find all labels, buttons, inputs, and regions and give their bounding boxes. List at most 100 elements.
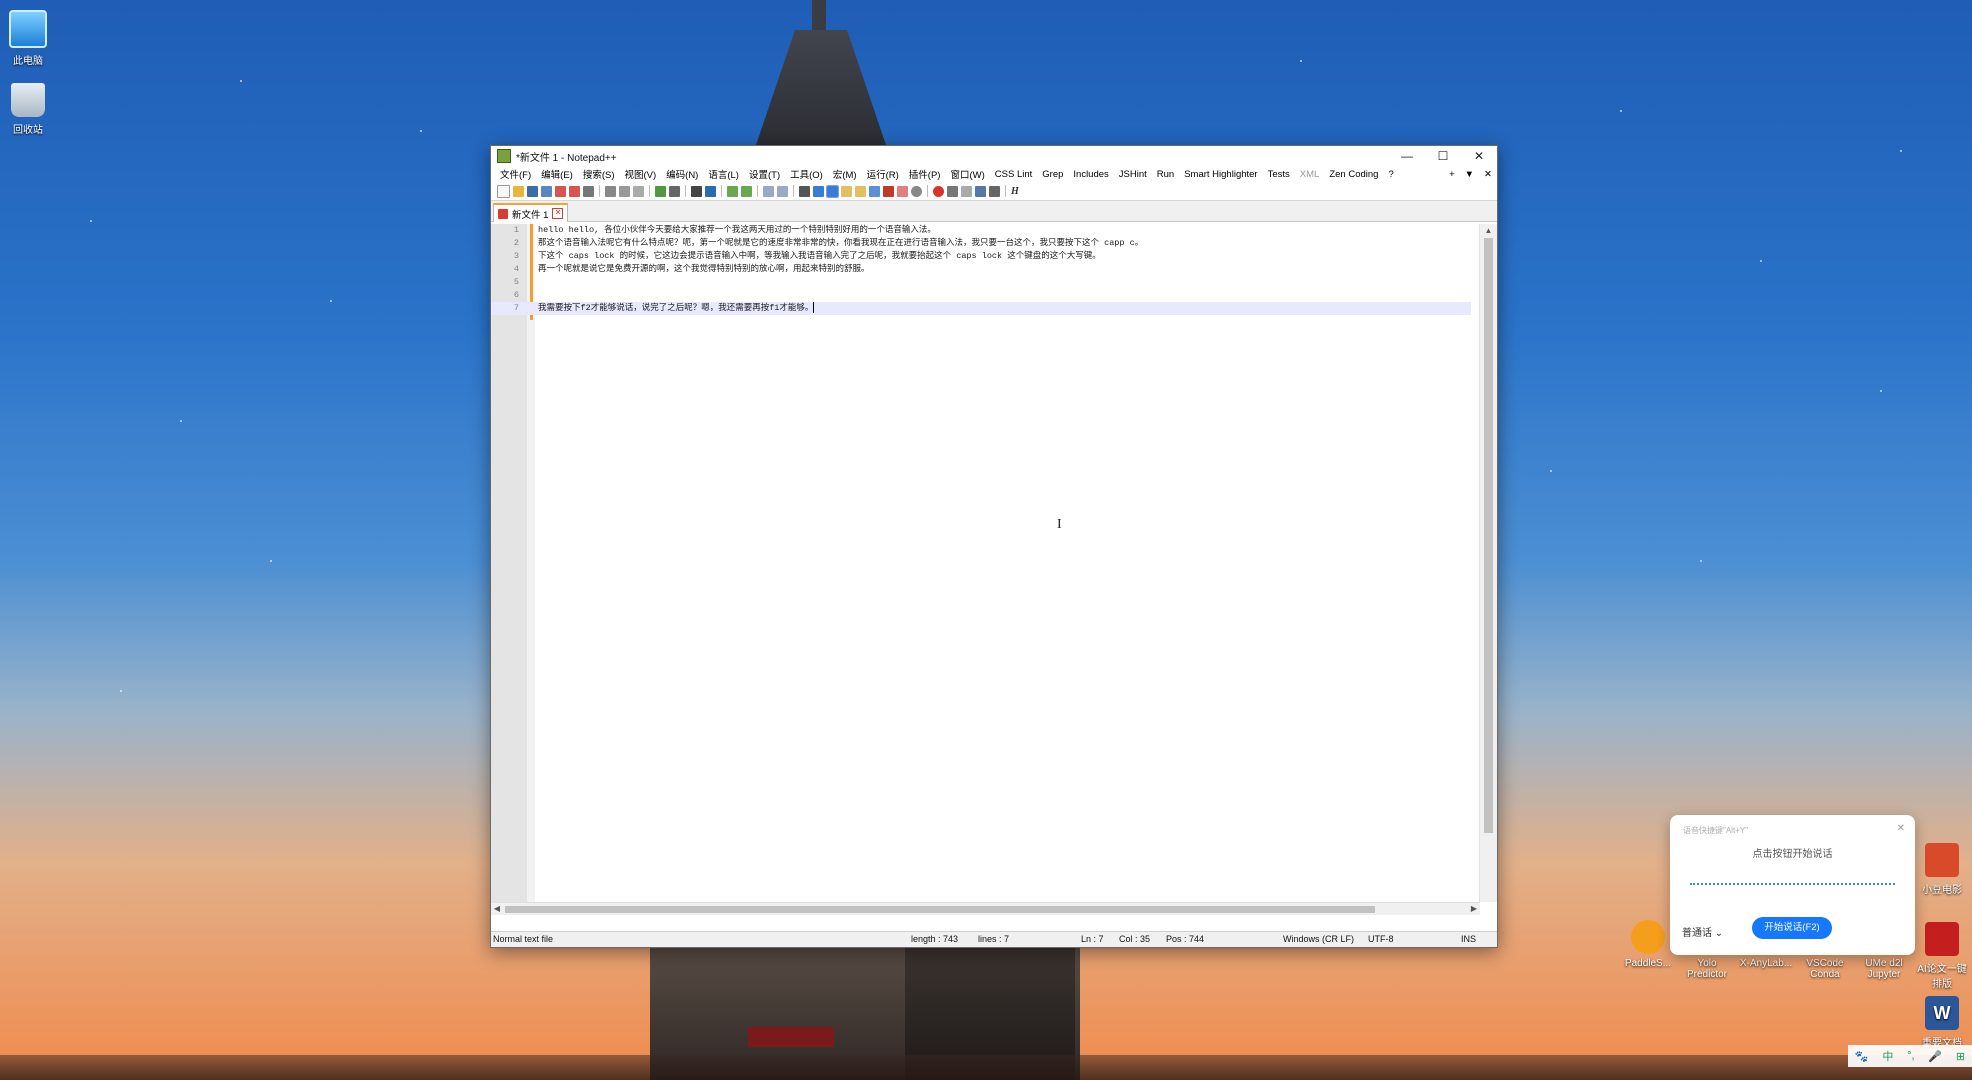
- stop-macro-icon[interactable]: [947, 185, 958, 197]
- popup-close-icon[interactable]: ✕: [1897, 823, 1905, 834]
- function-list-icon[interactable]: [869, 185, 880, 197]
- menu-search[interactable]: 搜索(S): [578, 167, 620, 181]
- tab-list-button[interactable]: ▼: [1460, 169, 1479, 180]
- status-insert-mode: INS: [1461, 934, 1477, 944]
- status-encoding[interactable]: UTF-8: [1368, 934, 1394, 944]
- desktop-icon-this-pc[interactable]: 此电脑: [0, 10, 56, 67]
- menu-xml[interactable]: XML: [1295, 169, 1325, 180]
- zoom-out-icon[interactable]: [741, 185, 752, 197]
- editor-line[interactable]: 5: [491, 276, 1471, 289]
- punctuation-indicator[interactable]: °,: [1907, 1050, 1914, 1062]
- desktop-icon-word-doc[interactable]: W 重要文档: [1914, 996, 1970, 1049]
- maximize-button[interactable]: ☐: [1425, 146, 1461, 166]
- folder-workspace-icon[interactable]: [883, 185, 894, 197]
- start-speaking-button[interactable]: 开始说话(F2): [1752, 917, 1832, 939]
- language-icon[interactable]: [841, 185, 852, 197]
- save-icon[interactable]: [527, 185, 538, 197]
- unsaved-file-icon: [498, 208, 508, 219]
- doc-map-icon[interactable]: [855, 185, 866, 197]
- play-macro-icon[interactable]: [961, 185, 972, 197]
- tab-label: 新文件 1: [512, 209, 549, 221]
- menu-plugins[interactable]: 插件(P): [904, 167, 946, 181]
- desktop-icon-ai-paper[interactable]: AI论文一键排版: [1914, 922, 1970, 990]
- menu-window[interactable]: 窗口(W): [945, 167, 989, 181]
- heading-icon[interactable]: H: [1011, 186, 1022, 197]
- zoom-in-icon[interactable]: [727, 185, 738, 197]
- editor-line[interactable]: 3 下这个 caps lock 的时候，它这边会提示语音输入中啊，等我输入我语音…: [491, 250, 1471, 263]
- menu-jshint[interactable]: JSHint: [1114, 169, 1152, 180]
- menu-tools[interactable]: 工具(O): [785, 167, 828, 181]
- title-bar[interactable]: *新文件 1 - Notepad++ — ☐ ✕: [491, 146, 1497, 166]
- editor-area[interactable]: 1 hello hello, 各位小伙伴今天要给大家推荐一个我这两天用过的一个特…: [491, 224, 1497, 915]
- tab-new-file-1[interactable]: 新文件 1 ✕: [493, 203, 569, 222]
- monitoring-icon[interactable]: [897, 185, 908, 197]
- close-icon[interactable]: [555, 185, 566, 197]
- desktop-icon-recycle-bin[interactable]: 回收站: [0, 83, 56, 136]
- horizontal-scroll-thumb[interactable]: [505, 906, 1375, 913]
- cut-icon[interactable]: [605, 185, 616, 197]
- menu-run-plugin[interactable]: Run: [1152, 169, 1179, 180]
- run-macro-multiple-icon[interactable]: [975, 185, 986, 197]
- editor-line[interactable]: 2 那这个语音输入法呢它有什么特点呢？呃，第一个呢就是它的速度非常非常的快，你看…: [491, 237, 1471, 250]
- menu-help[interactable]: ?: [1383, 169, 1398, 180]
- scroll-up-icon[interactable]: ▲: [1480, 224, 1497, 238]
- toolbar-separator: [599, 185, 600, 197]
- language-mode-dropdown[interactable]: 普通话 ⌄: [1682, 924, 1723, 939]
- menu-macro[interactable]: 宏(M): [828, 167, 862, 181]
- new-file-icon[interactable]: [497, 184, 510, 198]
- menu-zen-coding[interactable]: Zen Coding: [1324, 169, 1383, 180]
- menu-file[interactable]: 文件(F): [495, 167, 536, 181]
- editor-line[interactable]: 6: [491, 289, 1471, 302]
- vertical-scroll-thumb[interactable]: [1484, 238, 1493, 833]
- word-wrap-icon[interactable]: [799, 185, 810, 197]
- menu-includes[interactable]: Includes: [1068, 169, 1113, 180]
- menu-language[interactable]: 语言(L): [703, 167, 744, 181]
- editor-line[interactable]: 4 再一个呢就是说它是免费开源的啊，这个我觉得特别特别的放心啊，用起来特别的舒服…: [491, 263, 1471, 276]
- close-all-icon[interactable]: [569, 185, 580, 197]
- save-all-icon[interactable]: [541, 185, 552, 197]
- menu-view[interactable]: 视图(V): [619, 167, 661, 181]
- redo-icon[interactable]: [669, 185, 680, 197]
- new-tab-button[interactable]: +: [1444, 169, 1460, 180]
- scroll-left-icon[interactable]: ◀: [491, 903, 503, 915]
- vertical-scrollbar[interactable]: ▲: [1479, 224, 1497, 902]
- menu-grep[interactable]: Grep: [1037, 169, 1068, 180]
- scroll-right-icon[interactable]: ▶: [1468, 903, 1480, 915]
- paw-icon[interactable]: 🐾: [1855, 1050, 1869, 1063]
- tab-close-icon[interactable]: ✕: [552, 208, 564, 219]
- menu-css-lint[interactable]: CSS Lint: [990, 169, 1038, 180]
- menu-encoding[interactable]: 编码(N): [661, 167, 703, 181]
- close-document-button[interactable]: ✕: [1479, 169, 1497, 180]
- status-eol[interactable]: Windows (CR LF): [1283, 934, 1354, 944]
- replace-icon[interactable]: [705, 185, 716, 197]
- find-icon[interactable]: [691, 185, 702, 197]
- undo-icon[interactable]: [655, 185, 666, 197]
- close-button[interactable]: ✕: [1461, 146, 1497, 166]
- ime-mode-indicator[interactable]: 中: [1882, 1048, 1893, 1064]
- sync-vertical-icon[interactable]: [763, 185, 774, 197]
- open-file-icon[interactable]: [513, 185, 524, 197]
- grid-icon[interactable]: ⊞: [1956, 1050, 1965, 1063]
- bubble-icon[interactable]: [911, 185, 922, 197]
- desktop-icon-app-1[interactable]: 小豆电影: [1914, 843, 1970, 896]
- menu-edit[interactable]: 编辑(E): [536, 167, 578, 181]
- minimize-button[interactable]: —: [1389, 146, 1425, 166]
- print-icon[interactable]: [583, 185, 594, 197]
- show-all-chars-icon[interactable]: [813, 185, 824, 197]
- editor-line-current[interactable]: 7 我需要按下f2才能够说话，说完了之后呢？嗯，我还需要再按f1才能够。: [491, 302, 1471, 315]
- editor-line[interactable]: 1 hello hello, 各位小伙伴今天要给大家推荐一个我这两天用过的一个特…: [491, 224, 1471, 237]
- horizontal-scrollbar[interactable]: ◀ ▶: [491, 902, 1480, 915]
- sync-horizontal-icon[interactable]: [777, 185, 788, 197]
- menu-smart-highlighter[interactable]: Smart Highlighter: [1179, 169, 1262, 180]
- menu-settings[interactable]: 设置(T): [744, 167, 785, 181]
- record-macro-icon[interactable]: [933, 185, 944, 197]
- toolbar-separator: [927, 185, 928, 197]
- desktop-icon-bottom-1[interactable]: PaddleS...: [1620, 920, 1676, 969]
- save-macro-icon[interactable]: [989, 185, 1000, 197]
- menu-run[interactable]: 运行(R): [862, 167, 904, 181]
- indent-guide-icon[interactable]: [826, 184, 839, 198]
- menu-tests[interactable]: Tests: [1263, 169, 1295, 180]
- microphone-icon[interactable]: 🎤: [1928, 1050, 1942, 1063]
- copy-icon[interactable]: [619, 185, 630, 197]
- paste-icon[interactable]: [633, 185, 644, 197]
